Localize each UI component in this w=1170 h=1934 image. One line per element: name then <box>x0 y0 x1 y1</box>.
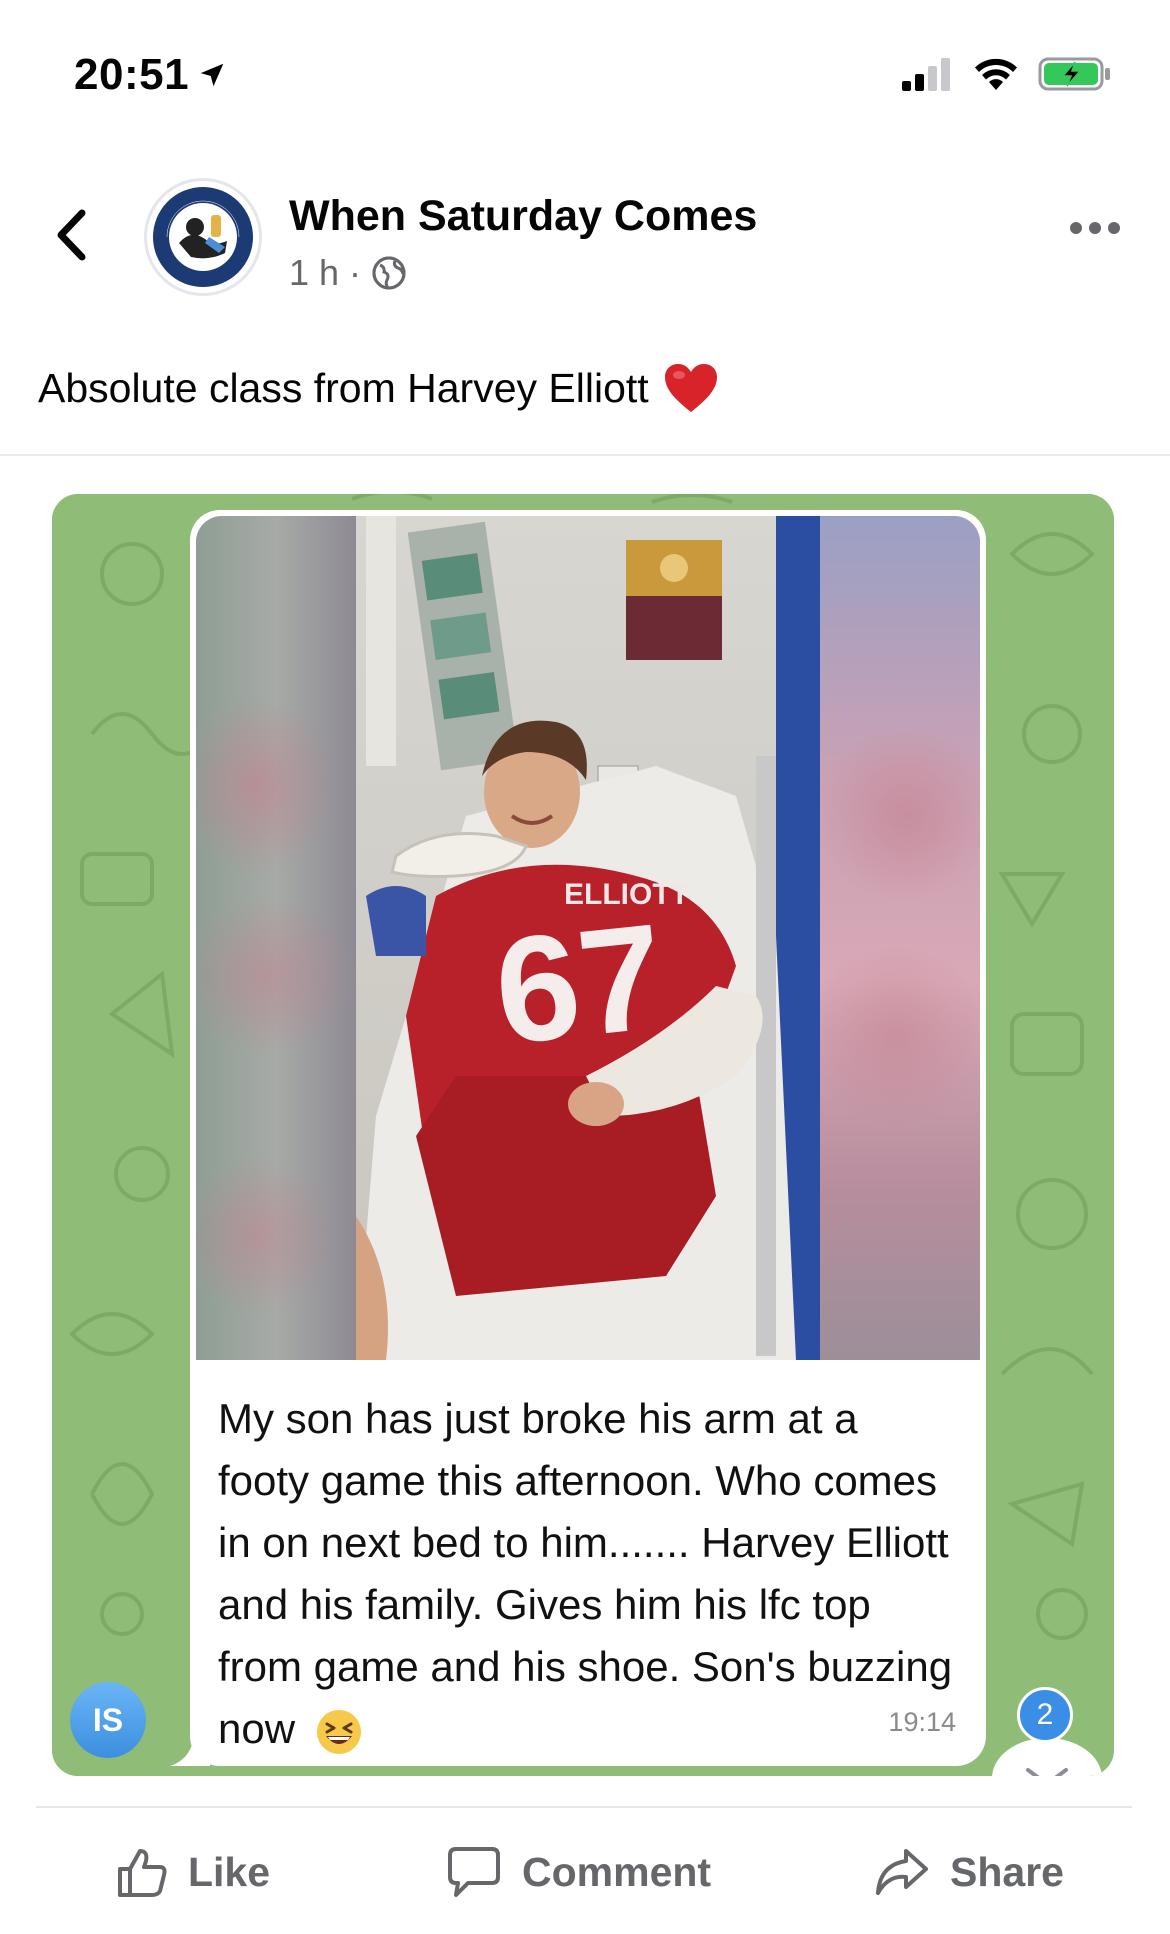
post-caption: Absolute class from Harvey Elliott <box>38 362 719 414</box>
meta-separator: · <box>349 252 362 293</box>
caption-text: Absolute class from Harvey Elliott <box>38 364 649 411</box>
message-time: 19:14 <box>888 1707 956 1737</box>
grinning-squinting-face-icon <box>316 1709 361 1754</box>
hospital-photo: ELLIOTT 67 <box>196 516 980 1360</box>
location-arrow-icon <box>200 63 224 87</box>
cellular-signal-icon <box>902 58 950 91</box>
share-icon <box>876 1849 928 1895</box>
page-avatar[interactable] <box>144 178 262 296</box>
post-actions: Like Comment Share <box>0 1830 1170 1914</box>
comment-icon <box>448 1847 500 1897</box>
sender-avatar: IS <box>70 1682 146 1758</box>
comment-label: Comment <box>522 1848 712 1895</box>
share-button[interactable]: Share <box>874 1830 1064 1914</box>
message-photo: ELLIOTT 67 <box>196 516 980 1360</box>
back-button[interactable] <box>46 205 96 265</box>
unread-badge: 2 <box>1017 1687 1073 1743</box>
chevron-left-icon <box>57 209 86 261</box>
post-time[interactable]: 1 h <box>289 252 339 294</box>
thumbs-up-icon <box>118 1849 167 1897</box>
comment-button[interactable]: Comment <box>446 1830 711 1914</box>
post-meta: 1 h · <box>289 252 407 294</box>
page-logo <box>149 183 257 291</box>
more-horizontal-icon <box>1070 222 1082 234</box>
message-text: My son has just broke his arm at a footy… <box>218 1388 958 1760</box>
message-body: My son has just broke his arm at a footy… <box>218 1395 953 1752</box>
chevron-down-icon <box>1026 1768 1068 1776</box>
divider <box>36 1806 1132 1808</box>
status-icons <box>902 56 1112 92</box>
like-button[interactable]: Like <box>114 1830 270 1914</box>
page-name[interactable]: When Saturday Comes <box>289 192 757 241</box>
wifi-icon <box>975 58 1017 90</box>
status-time: 20:51 <box>74 50 227 100</box>
red-heart-icon <box>664 364 717 412</box>
chat-message-bubble: ELLIOTT 67 My son has just broke his arm… <box>190 510 986 1766</box>
globe-icon <box>372 256 406 290</box>
post-header: When Saturday Comes 1 h · <box>0 160 1170 310</box>
bubble-tail <box>170 1730 210 1766</box>
post-image[interactable]: ELLIOTT 67 My son has just broke his arm… <box>52 494 1114 1776</box>
status-clock: 20:51 <box>74 50 190 99</box>
battery-charging-icon <box>1038 57 1110 91</box>
divider <box>0 454 1170 456</box>
status-bar: 20:51 <box>0 0 1170 140</box>
scroll-down-button <box>992 1738 1102 1776</box>
like-label: Like <box>188 1848 271 1895</box>
share-label: Share <box>950 1848 1064 1895</box>
more-options-button[interactable] <box>1070 222 1120 234</box>
